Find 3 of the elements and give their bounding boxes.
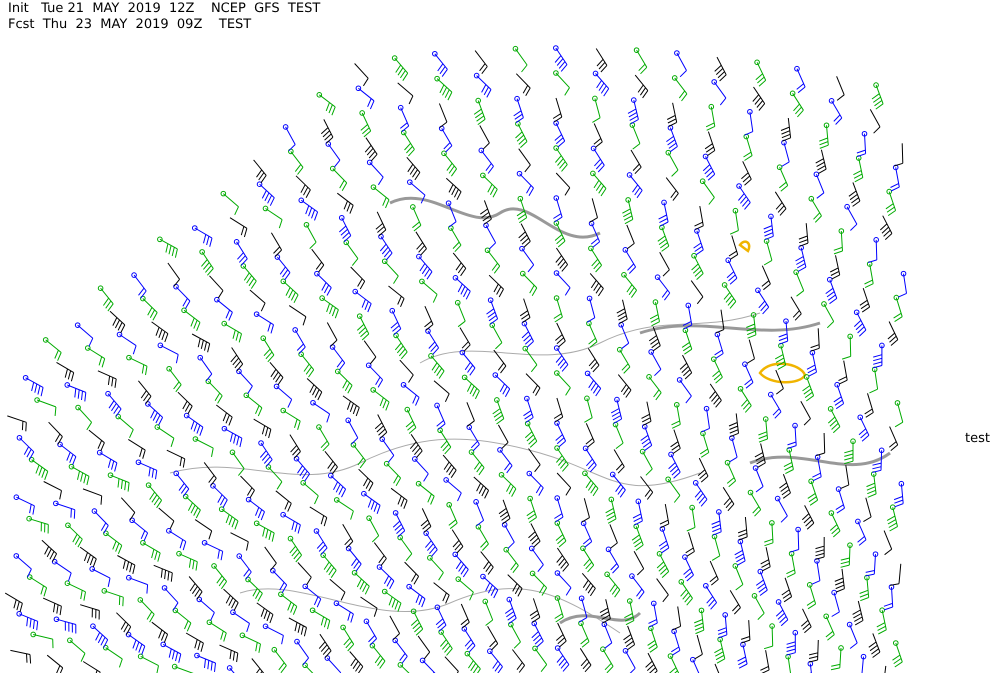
plot-title: Fcst Thu 23 MAY 2019 09Z TEST (8, 17, 252, 33)
side-label: test (965, 431, 990, 446)
plot-title: Init Tue 21 MAY 2019 12Z NCEP GFS TEST (8, 1, 322, 17)
